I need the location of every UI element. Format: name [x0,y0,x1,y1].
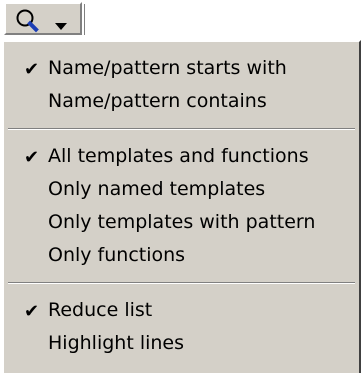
display-options-group: ✔ Reduce list Highlight lines [4,294,359,360]
match-mode-group: ✔ Name/pattern starts with Name/pattern … [4,42,359,118]
magnifier-icon [14,8,44,38]
dropdown-arrow-icon [54,16,68,35]
search-options-menu: ✔ Name/pattern starts with Name/pattern … [2,40,361,373]
menu-item-contains[interactable]: Name/pattern contains [4,85,359,118]
menu-item-highlight-lines[interactable]: Highlight lines [4,327,359,360]
toolbar [0,0,361,40]
checkmark-icon: ✔ [24,147,40,168]
menu-item-starts-with[interactable]: ✔ Name/pattern starts with [4,52,359,85]
search-options-button[interactable] [4,2,82,35]
menu-item-label: Only templates with pattern [48,211,316,233]
menu-item-label: Only functions [48,244,186,266]
template-filter-group: ✔ All templates and functions Only named… [4,140,359,272]
menu-item-label: Name/pattern starts with [48,57,287,79]
menu-item-only-functions[interactable]: Only functions [4,239,359,272]
menu-item-named-templates[interactable]: Only named templates [4,173,359,206]
menu-separator [8,282,355,284]
menu-item-label: Reduce list [48,299,153,321]
menu-item-label: Name/pattern contains [48,90,267,112]
checkmark-icon: ✔ [24,59,40,80]
menu-item-label: Highlight lines [48,332,185,354]
toolbar-divider [84,4,86,35]
menu-item-all-templates[interactable]: ✔ All templates and functions [4,140,359,173]
menu-separator [8,128,355,130]
checkmark-icon: ✔ [24,301,40,322]
menu-item-label: Only named templates [48,178,266,200]
menu-item-templates-with-pattern[interactable]: Only templates with pattern [4,206,359,239]
menu-item-label: All templates and functions [48,145,309,167]
menu-item-reduce-list[interactable]: ✔ Reduce list [4,294,359,327]
